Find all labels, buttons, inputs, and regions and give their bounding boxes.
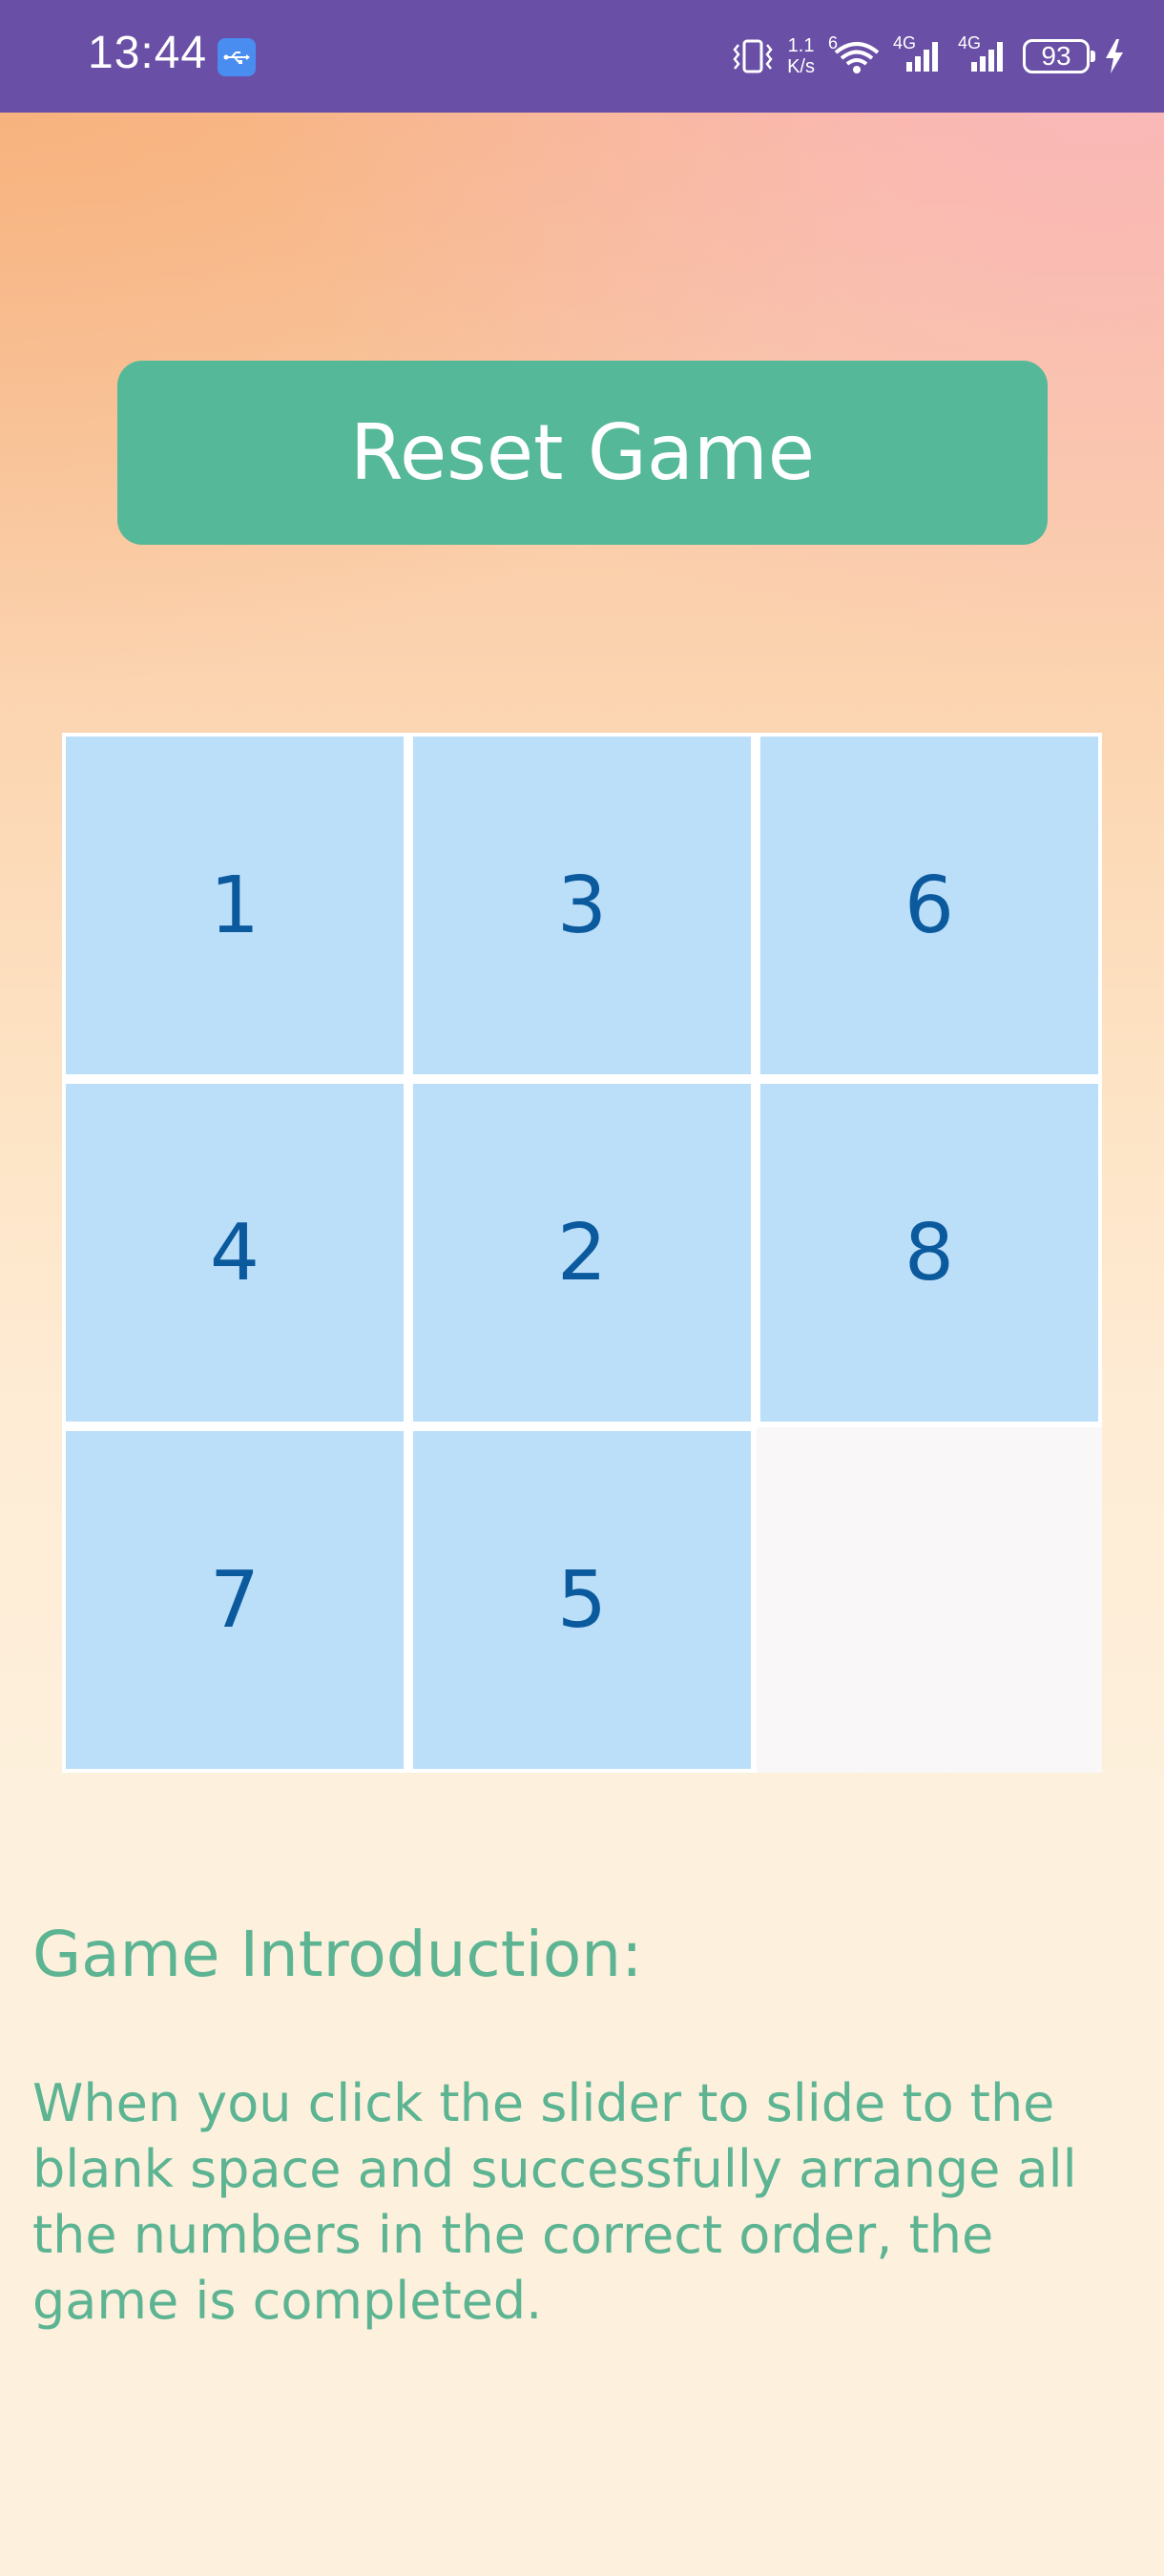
wifi-label: 6 xyxy=(828,33,839,52)
network-speed-unit: K/s xyxy=(787,56,815,77)
wifi-icon: 6 xyxy=(828,33,880,75)
signal-label: 4G xyxy=(893,33,917,52)
charging-icon xyxy=(1103,37,1126,75)
puzzle-tile[interactable]: 6 xyxy=(760,737,1098,1074)
signal-icon: 4G xyxy=(958,33,1009,75)
signal-icon: 4G xyxy=(893,33,945,75)
puzzle-tile[interactable]: 1 xyxy=(66,737,404,1074)
status-icons: 1.1 K/s 6 4G 4G 93 xyxy=(732,29,1126,84)
puzzle-tile[interactable]: 5 xyxy=(413,1431,751,1769)
status-bar: 13:44 1.1 K/s 6 4G 4G 93 xyxy=(0,0,1164,113)
battery-icon: 93 xyxy=(1023,39,1095,73)
intro-title: Game Introduction: xyxy=(32,1918,643,1991)
puzzle-tile[interactable]: 7 xyxy=(66,1431,404,1769)
network-speed-value: 1.1 xyxy=(787,35,815,56)
puzzle-tile[interactable]: 3 xyxy=(413,737,751,1074)
puzzle-board: 1 3 6 4 2 8 7 5 xyxy=(62,733,1102,1773)
network-speed: 1.1 K/s xyxy=(787,35,815,77)
status-time: 13:44 xyxy=(88,28,208,78)
puzzle-tile[interactable]: 4 xyxy=(66,1084,404,1422)
puzzle-tile[interactable]: 2 xyxy=(413,1084,751,1422)
blank-space[interactable] xyxy=(757,1427,1102,1773)
reset-game-button[interactable]: Reset Game xyxy=(117,361,1048,545)
usb-icon xyxy=(218,38,256,76)
puzzle-tile[interactable]: 8 xyxy=(760,1084,1098,1422)
signal-label: 4G xyxy=(958,33,982,52)
vibrate-icon xyxy=(732,37,774,75)
intro-text: When you click the slider to slide to th… xyxy=(32,2073,1077,2331)
